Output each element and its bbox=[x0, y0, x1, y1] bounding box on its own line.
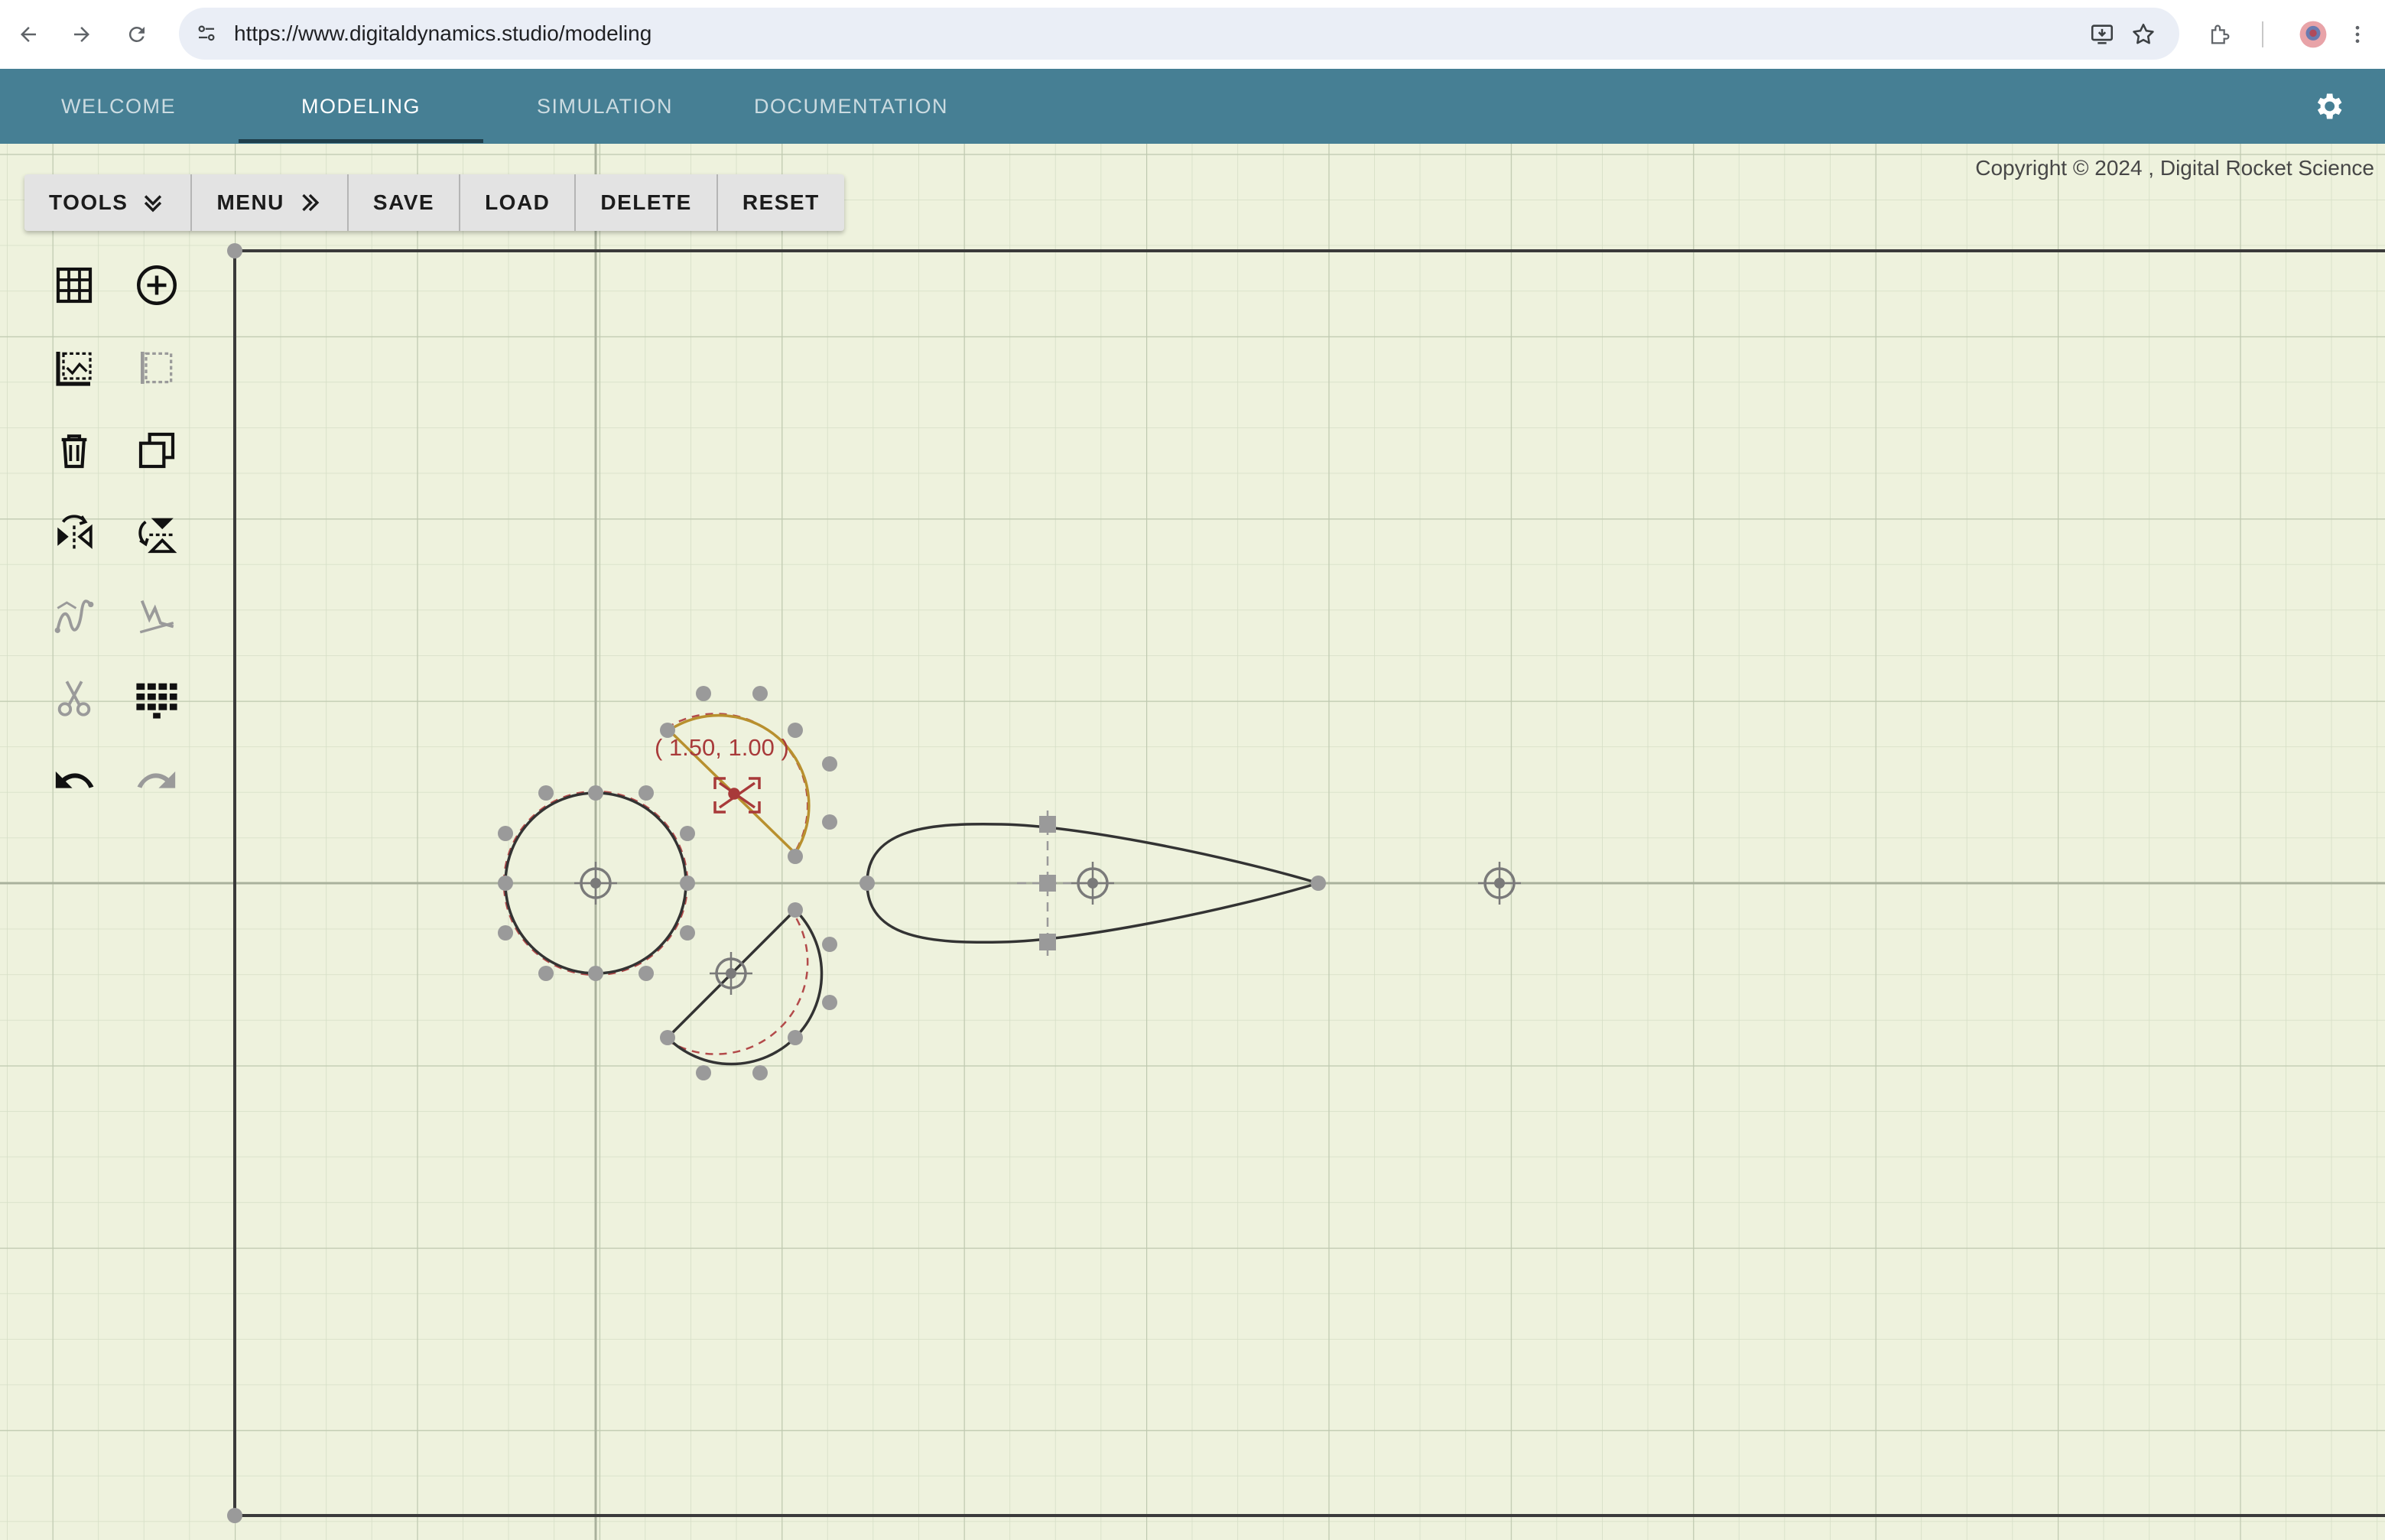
add-circle-icon[interactable] bbox=[130, 258, 184, 312]
duplicate-icon[interactable] bbox=[130, 424, 184, 477]
forward-arrow-icon[interactable] bbox=[64, 17, 99, 52]
deselect-area-icon bbox=[130, 341, 184, 395]
load-button[interactable]: LOAD bbox=[460, 174, 577, 231]
spline-icon bbox=[47, 589, 101, 642]
flip-horizontal-icon[interactable] bbox=[47, 506, 101, 560]
tools-button-label: TOOLS bbox=[49, 190, 128, 214]
coordinate-readout: ( 1.50, 1.00 ) bbox=[655, 734, 789, 761]
gear-icon[interactable] bbox=[2311, 89, 2346, 124]
modeling-canvas[interactable]: ( 1.50, 1.00 ) bbox=[0, 144, 2385, 1540]
app-nav-bar: WELCOME MODELING SIMULATION DOCUMENTATIO… bbox=[0, 69, 2385, 144]
bookmark-star-icon[interactable] bbox=[2126, 17, 2161, 52]
main-toolbar: TOOLS MENU SAVE LOAD DELETE RESET bbox=[24, 174, 844, 231]
toolbar-divider bbox=[2262, 21, 2263, 47]
tab-modeling[interactable]: MODELING bbox=[239, 69, 483, 144]
menu-button-label: MENU bbox=[216, 190, 284, 214]
active-tab-indicator bbox=[239, 139, 483, 143]
flip-vertical-icon[interactable] bbox=[130, 506, 184, 560]
menu-button[interactable]: MENU bbox=[192, 174, 349, 231]
redo-icon bbox=[130, 754, 184, 807]
undo-icon[interactable] bbox=[47, 754, 101, 807]
url-text: https://www.digitaldynamics.studio/model… bbox=[234, 21, 652, 45]
polyline-icon bbox=[130, 589, 184, 642]
grid-icon[interactable] bbox=[47, 258, 101, 312]
delete-button[interactable]: DELETE bbox=[576, 174, 718, 231]
reset-button[interactable]: RESET bbox=[718, 174, 844, 231]
install-app-icon[interactable] bbox=[2084, 17, 2120, 52]
double-chevron-right-icon bbox=[302, 193, 320, 212]
browser-toolbar: https://www.digitaldynamics.studio/model… bbox=[0, 0, 2385, 69]
extensions-icon[interactable] bbox=[2202, 17, 2237, 52]
scissors-icon bbox=[47, 671, 101, 725]
more-vert-icon[interactable] bbox=[2340, 17, 2375, 52]
trash-icon[interactable] bbox=[47, 424, 101, 477]
address-bar[interactable]: https://www.digitaldynamics.studio/model… bbox=[179, 8, 2179, 60]
back-arrow-icon[interactable] bbox=[11, 17, 46, 52]
tab-simulation[interactable]: SIMULATION bbox=[517, 69, 693, 144]
reload-icon[interactable] bbox=[119, 17, 154, 52]
select-area-icon[interactable] bbox=[47, 341, 101, 395]
profile-avatar-icon[interactable] bbox=[2296, 17, 2331, 52]
tab-welcome[interactable]: WELCOME bbox=[31, 69, 206, 144]
copyright-text: Copyright © 2024 , Digital Rocket Scienc… bbox=[1975, 156, 2374, 180]
tools-button[interactable]: TOOLS bbox=[24, 174, 193, 231]
save-button[interactable]: SAVE bbox=[349, 174, 461, 231]
site-settings-icon[interactable] bbox=[193, 20, 220, 47]
double-chevron-down-icon bbox=[145, 195, 162, 213]
keypad-icon[interactable] bbox=[130, 671, 184, 725]
tab-documentation[interactable]: DOCUMENTATION bbox=[742, 69, 960, 144]
